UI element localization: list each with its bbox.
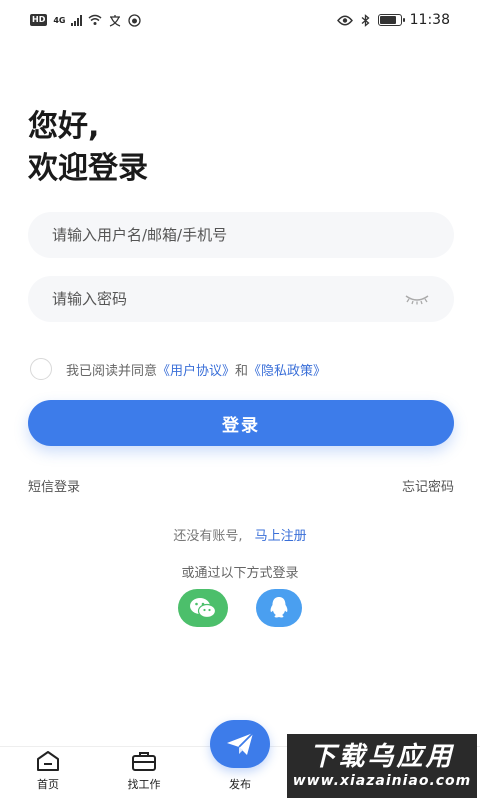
wifi-icon <box>89 14 102 25</box>
bluetooth-icon <box>361 13 370 27</box>
login-button[interactable]: 登录 <box>28 400 454 446</box>
social-login-row <box>0 589 480 627</box>
hd-badge: HD <box>30 14 48 26</box>
user-agreement-link[interactable]: 《用户协议》 <box>157 360 235 379</box>
agreement-row: 我已阅读并同意 《用户协议》 和 《隐私政策》 <box>30 358 326 380</box>
greeting-title: 您好, 欢迎登录 <box>28 106 148 190</box>
app-notification-icon <box>128 13 142 27</box>
sms-login-link[interactable]: 短信登录 <box>28 476 80 495</box>
greeting-line2: 欢迎登录 <box>28 151 148 186</box>
forgot-password-link[interactable]: 忘记密码 <box>402 476 454 495</box>
publish-button[interactable] <box>210 720 270 768</box>
tab-home-label: 首页 <box>37 778 59 791</box>
username-input[interactable] <box>52 226 430 244</box>
send-icon <box>227 732 254 755</box>
password-input[interactable] <box>52 290 404 308</box>
tab-find-job-label: 找工作 <box>127 778 161 791</box>
privacy-policy-link[interactable]: 《隐私政策》 <box>248 360 326 379</box>
status-left: HD 4G <box>30 13 142 27</box>
battery-icon <box>377 14 405 26</box>
username-field-wrap <box>28 212 454 258</box>
status-right: 11:38 <box>336 12 450 28</box>
agreement-and: 和 <box>235 363 249 379</box>
signal-icon <box>71 14 83 26</box>
status-bar: HD 4G 11:38 <box>0 0 480 40</box>
greeting-line1: 您好, <box>28 109 100 144</box>
home-icon <box>37 751 59 771</box>
other-login-label: 或通过以下方式登录 <box>181 566 299 581</box>
qq-login-button[interactable] <box>256 589 302 627</box>
register-link[interactable]: 马上注册 <box>255 529 307 544</box>
register-row: 还没有账号, 马上注册 <box>0 525 480 544</box>
wechat-login-button[interactable] <box>178 589 228 627</box>
agreement-prefix: 我已阅读并同意 <box>66 363 158 379</box>
qq-icon <box>270 597 288 618</box>
eye-closed-icon[interactable] <box>404 292 430 306</box>
tab-publish-label: 发布 <box>229 778 251 791</box>
battery-fill <box>379 16 396 24</box>
network-label: 4G <box>53 15 66 25</box>
tab-home[interactable]: 首页 <box>0 747 96 800</box>
register-prompt: 还没有账号, <box>173 529 243 544</box>
tab-find-job[interactable]: 找工作 <box>96 747 192 800</box>
password-field-wrap <box>28 276 454 322</box>
briefcase-icon <box>132 752 156 771</box>
agreement-checkbox[interactable] <box>30 358 52 380</box>
watermark-overlay: 下载乌应用 www.xiazainiao.com <box>287 734 477 798</box>
wechat-icon <box>190 598 217 619</box>
watermark-main: 下载乌应用 <box>309 742 455 772</box>
eye-care-icon <box>336 15 353 25</box>
watermark-sub: www.xiazainiao.com <box>292 773 472 789</box>
translate-icon <box>110 14 121 27</box>
status-time: 11:38 <box>409 12 450 28</box>
sub-links: 短信登录 忘记密码 <box>28 476 454 495</box>
